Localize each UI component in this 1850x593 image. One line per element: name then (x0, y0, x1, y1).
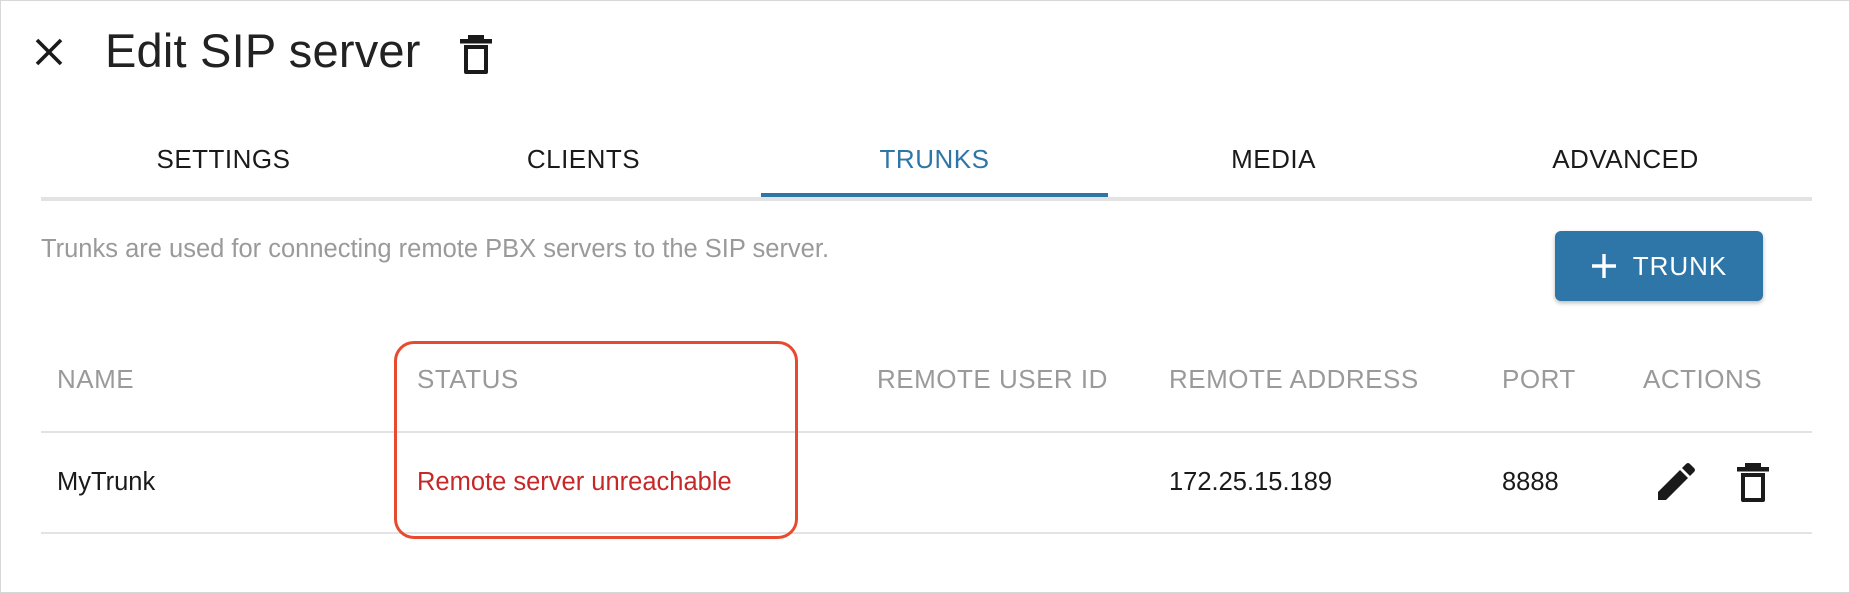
add-trunk-button[interactable]: TRUNK (1555, 231, 1763, 301)
tab-trunks[interactable]: TRUNKS (761, 127, 1108, 197)
column-header-status: STATUS (417, 364, 519, 394)
active-tab-indicator (761, 193, 1108, 197)
tab-advanced[interactable]: ADVANCED (1439, 127, 1812, 197)
page-title: Edit SIP server (105, 24, 421, 77)
close-button[interactable] (31, 34, 67, 70)
tab-clients[interactable]: CLIENTS (406, 127, 761, 197)
table-divider (41, 532, 1812, 534)
column-header-port: PORT (1502, 364, 1576, 394)
trash-icon (1737, 463, 1769, 502)
close-icon (35, 38, 63, 66)
column-header-actions: ACTIONS (1643, 364, 1763, 394)
plus-icon (1591, 254, 1616, 278)
column-header-remote-address: REMOTE ADDRESS (1169, 364, 1419, 394)
add-trunk-label: TRUNK (1632, 250, 1728, 281)
tab-media[interactable]: MEDIA (1108, 127, 1439, 197)
column-header-remote-user-id: REMOTE USER ID (877, 364, 1108, 394)
trunk-remote-address-cell: 172.25.15.189 (1169, 468, 1333, 496)
trash-icon (460, 35, 492, 74)
trunks-helper-text: Trunks are used for connecting remote PB… (41, 235, 830, 263)
edit-sip-server-dialog: Edit SIP server SETTINGS CLIENTS TRUNKS … (0, 0, 1850, 593)
tab-bar: SETTINGS CLIENTS TRUNKS MEDIA ADVANCED (41, 127, 1812, 201)
trunk-status-cell: Remote server unreachable (417, 468, 732, 496)
delete-trunk-button[interactable] (1733, 460, 1777, 506)
pencil-icon (1658, 463, 1695, 500)
edit-trunk-button[interactable] (1652, 460, 1696, 506)
table-divider (41, 431, 1812, 433)
column-header-name: NAME (57, 364, 135, 394)
tab-settings[interactable]: SETTINGS (41, 127, 406, 197)
trunk-name-cell: MyTrunk (57, 468, 156, 496)
trunk-port-cell: 8888 (1502, 468, 1559, 496)
delete-server-button[interactable] (456, 32, 496, 76)
dialog-header: Edit SIP server (1, 1, 1849, 111)
